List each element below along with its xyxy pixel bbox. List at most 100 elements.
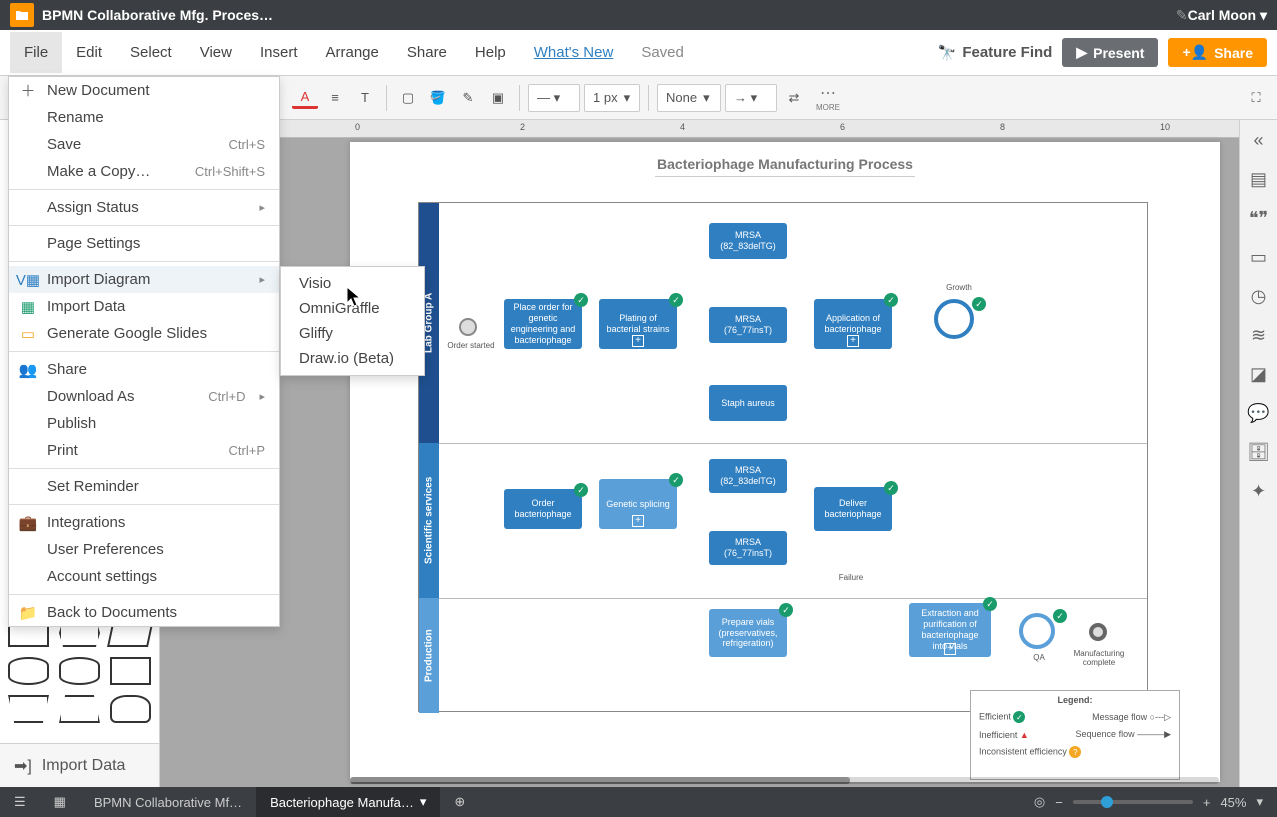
dd-back[interactable]: 📁Back to Documents	[9, 599, 279, 626]
chevron-down-icon[interactable]: ▾	[1256, 794, 1263, 810]
shape-option[interactable]	[59, 657, 100, 685]
history-icon[interactable]: ◷	[1251, 286, 1267, 307]
tab-bacteriophage[interactable]: Bacteriophage Manufa… ▾	[256, 787, 440, 817]
task-deliver[interactable]: Deliver bacteriophage✓	[814, 487, 892, 531]
expand-icon[interactable]: +	[632, 335, 644, 347]
menu-view[interactable]: View	[186, 32, 246, 73]
dd-rename[interactable]: Rename	[9, 104, 279, 131]
import-data-button[interactable]: ➡] Import Data	[0, 743, 159, 787]
zoom-slider[interactable]	[1073, 800, 1193, 804]
feature-find[interactable]: 🔭Feature Find	[938, 44, 1053, 62]
task-order-bact[interactable]: Order bacteriophage✓	[504, 489, 582, 529]
task-mrsa-2[interactable]: MRSA (76_77insT)	[709, 307, 787, 343]
dd-save[interactable]: SaveCtrl+S	[9, 131, 279, 158]
chat-icon[interactable]: 💬	[1247, 403, 1269, 424]
target-icon[interactable]: ◎	[1034, 794, 1045, 810]
user-menu[interactable]: Carl Moon ▾	[1188, 7, 1267, 24]
text-tool-icon[interactable]: T	[352, 85, 378, 111]
task-prepare-vials[interactable]: Prepare vials (preservatives, refrigerat…	[709, 609, 787, 657]
dd-assign-status[interactable]: Assign Status▸	[9, 194, 279, 221]
shape-option[interactable]	[110, 657, 151, 685]
collapse-icon[interactable]: «	[1253, 130, 1263, 151]
dd-new-document[interactable]: ＋New Document	[9, 77, 279, 104]
zoom-in-button[interactable]: +	[1203, 795, 1211, 810]
qa-event[interactable]: ✓	[1019, 613, 1055, 649]
dd-import-data[interactable]: ▦Import Data	[9, 293, 279, 320]
dd-user-prefs[interactable]: User Preferences	[9, 536, 279, 563]
shape-opts-icon[interactable]: ▣	[485, 85, 511, 111]
slides-icon[interactable]: ▭	[1250, 247, 1267, 268]
menu-insert[interactable]: Insert	[246, 32, 312, 73]
doc-title[interactable]: BPMN Collaborative Mfg. Proces…	[42, 7, 1166, 23]
text-color-icon[interactable]: A	[292, 87, 318, 109]
lane-header-c[interactable]: Production	[419, 598, 439, 713]
dd-make-copy[interactable]: Make a Copy…Ctrl+Shift+S	[9, 158, 279, 185]
intermediate-event[interactable]: ✓	[934, 299, 974, 339]
sm-drawio[interactable]: Draw.io (Beta)	[281, 346, 424, 371]
expand-icon[interactable]: +	[944, 643, 956, 655]
view-grid-icon[interactable]: ▦	[40, 787, 80, 817]
shape-option[interactable]	[110, 695, 151, 723]
canvas[interactable]: 0 2 4 6 8 10 Bacteriophage Manufacturing…	[160, 120, 1239, 787]
sm-gliffy[interactable]: Gliffy	[281, 321, 424, 346]
folder-icon[interactable]	[10, 3, 34, 27]
dd-account[interactable]: Account settings	[9, 563, 279, 590]
layers-icon[interactable]: ≋	[1251, 325, 1266, 346]
magic-icon[interactable]: ✦	[1251, 481, 1266, 502]
db-icon[interactable]: 🗄	[1247, 442, 1270, 463]
more-button[interactable]: ⋯MORE	[815, 85, 841, 111]
dd-print[interactable]: PrintCtrl+P	[9, 437, 279, 464]
menu-edit[interactable]: Edit	[62, 32, 116, 73]
menu-arrange[interactable]: Arrange	[312, 32, 393, 73]
dd-import-diagram[interactable]: V▦Import Diagram▸	[9, 266, 279, 293]
task-plating[interactable]: Plating of bacterial strains✓+	[599, 299, 677, 349]
dd-share[interactable]: 👥Share	[9, 356, 279, 383]
data-icon[interactable]: ◪	[1250, 364, 1267, 385]
line-style-select[interactable]: — ▾	[528, 84, 580, 112]
fill-icon[interactable]: ▢	[395, 85, 421, 111]
task-mrsa-1[interactable]: MRSA (82_83delTG)	[709, 223, 787, 259]
menu-whats-new[interactable]: What's New	[520, 32, 628, 73]
view-list-icon[interactable]: ☰	[0, 787, 40, 817]
zoom-thumb[interactable]	[1101, 796, 1113, 808]
page[interactable]: Bacteriophage Manufacturing Process Lab …	[350, 142, 1220, 782]
h-scrollbar[interactable]	[350, 777, 1219, 784]
bucket-icon[interactable]: 🪣	[425, 85, 451, 111]
chevron-down-icon[interactable]: ▾	[420, 794, 427, 810]
menu-share[interactable]: Share	[393, 32, 461, 73]
arrow-end-select[interactable]: → ▾	[725, 84, 777, 112]
task-genetic-splicing[interactable]: Genetic splicing✓+	[599, 479, 677, 529]
end-event[interactable]	[1089, 623, 1107, 641]
fullscreen-icon[interactable]: ⛶	[1243, 85, 1269, 111]
dd-download-as[interactable]: Download AsCtrl+D▸	[9, 383, 279, 410]
task-mrsa-3[interactable]: MRSA (82_83delTG)	[709, 459, 787, 493]
dd-page-settings[interactable]: Page Settings	[9, 230, 279, 257]
menu-help[interactable]: Help	[461, 32, 520, 73]
h-scroll-thumb[interactable]	[350, 777, 850, 784]
shape-option[interactable]	[59, 695, 100, 723]
add-tab-button[interactable]: ⊕	[440, 787, 479, 817]
expand-icon[interactable]: +	[847, 335, 859, 347]
dd-gen-slides[interactable]: ▭Generate Google Slides	[9, 320, 279, 347]
task-place-order[interactable]: Place order for genetic engineering and …	[504, 299, 582, 349]
arrow-start-select[interactable]: None ▾	[657, 84, 721, 112]
task-staph[interactable]: Staph aureus	[709, 385, 787, 421]
menu-file[interactable]: File	[10, 32, 62, 73]
sm-omnigraffle[interactable]: OmniGraffle	[281, 296, 424, 321]
share-button[interactable]: +👤Share	[1168, 38, 1267, 67]
present-button[interactable]: ▶Present	[1062, 38, 1158, 67]
shape-option[interactable]	[8, 657, 49, 685]
comment-icon[interactable]: ❝❞	[1249, 208, 1268, 229]
page-icon[interactable]: ▤	[1250, 169, 1267, 190]
dd-integrations[interactable]: 💼Integrations	[9, 509, 279, 536]
dd-set-reminder[interactable]: Set Reminder	[9, 473, 279, 500]
expand-icon[interactable]: +	[632, 515, 644, 527]
tab-bpmn[interactable]: BPMN Collaborative Mf…	[80, 787, 256, 817]
line-color-icon[interactable]: ✎	[455, 85, 481, 111]
swap-icon[interactable]: ⇄	[781, 85, 807, 111]
start-event[interactable]	[459, 318, 477, 336]
rename-icon[interactable]: ✎	[1176, 7, 1188, 24]
bpmn-pool[interactable]: Lab Group A Scientific services Producti…	[418, 202, 1148, 712]
align-icon[interactable]: ≡	[322, 85, 348, 111]
zoom-label[interactable]: 45%	[1220, 795, 1246, 810]
